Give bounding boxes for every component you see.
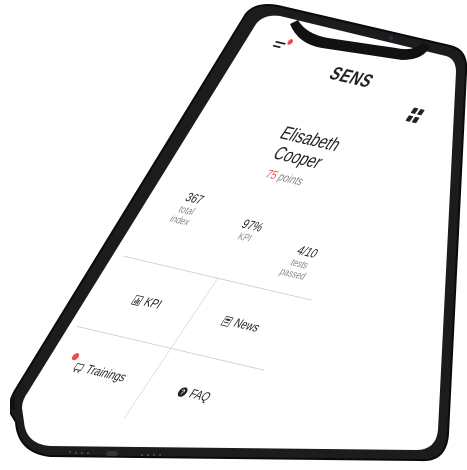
tile-label: KPI [140,294,165,312]
stat-kpi: 97% KPI [213,213,285,250]
tile-label: News [230,315,264,335]
charging-port [106,451,118,456]
points-label: points [275,169,307,188]
notification-dot [70,352,81,361]
tile-label: Trainings [82,362,130,385]
tile-label: FAQ [186,386,214,405]
stage: SENS Elisabeth Cooper 75 points 367 tota… [0,0,467,470]
phone-device: SENS Elisabeth Cooper 75 points 367 tota… [10,4,467,467]
app-brand: SENS [325,62,379,92]
notification-dot [286,38,295,46]
camera-icon [388,35,394,41]
grid-button[interactable] [405,107,426,124]
